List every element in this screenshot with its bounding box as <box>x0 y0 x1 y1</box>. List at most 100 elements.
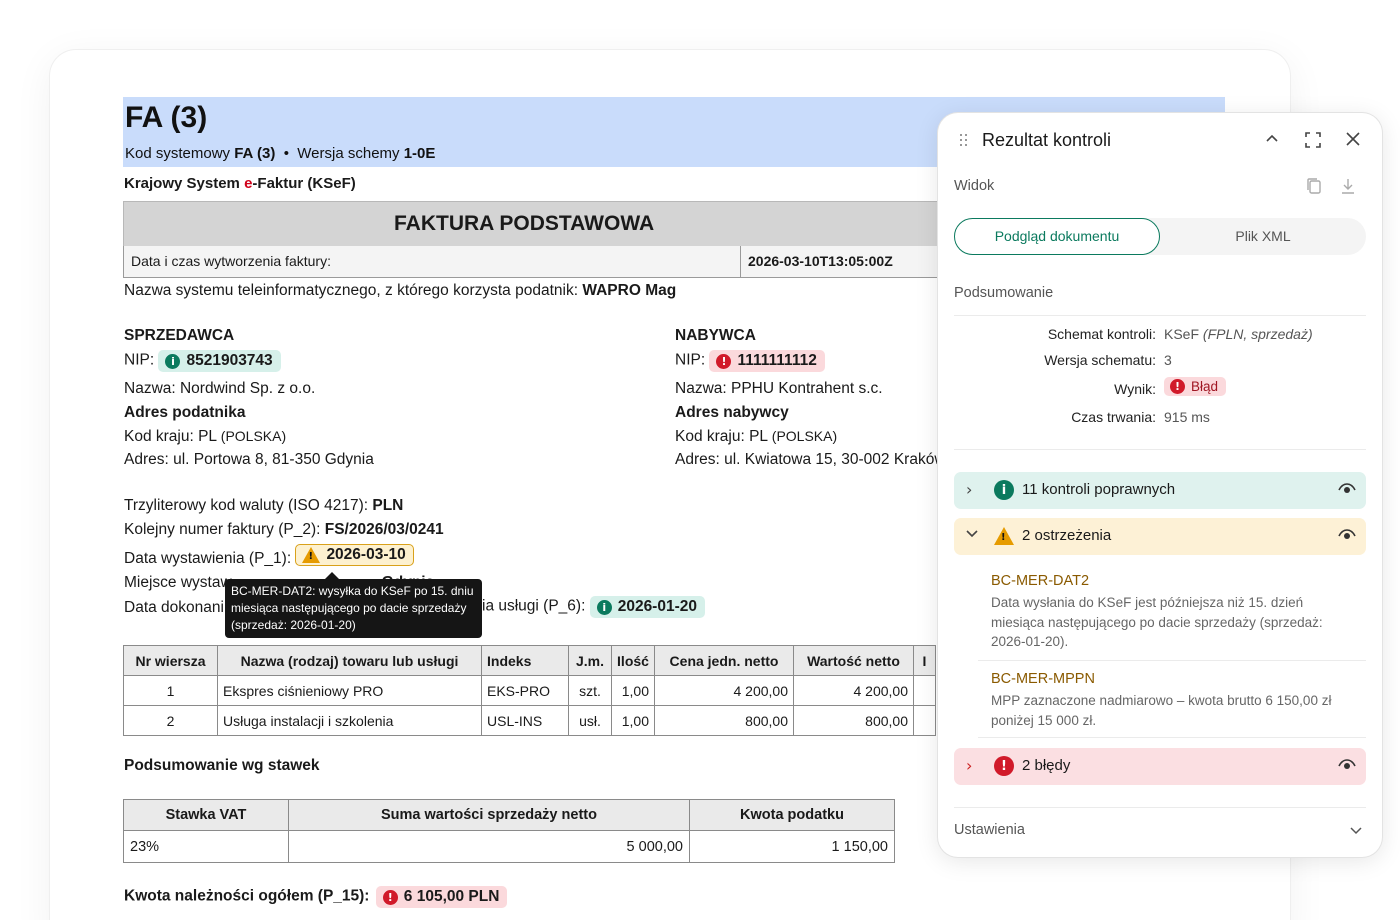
warning-icon: ! <box>994 527 1014 550</box>
fullscreen-icon[interactable] <box>1304 131 1322 154</box>
settings-label[interactable]: Ustawienia <box>954 822 1025 838</box>
buyer-address-heading: Adres nabywcy <box>675 404 789 421</box>
error-icon: ! <box>716 353 732 369</box>
seller-heading: SPRZEDAWCA <box>124 327 235 344</box>
cell: Ekspres ciśnieniowy PRO <box>217 675 482 706</box>
view-label: Widok <box>954 178 995 194</box>
buyer-country: Kod kraju: PL (POLSKA) <box>675 428 838 445</box>
warnings-group[interactable]: ! 2 ostrzeżenia <box>954 518 1366 555</box>
col-header: Nr wiersza <box>123 645 218 676</box>
warning-code: BC-MER-MPPN <box>991 671 1095 687</box>
col-header: Suma wartości sprzedaży netto <box>288 799 690 831</box>
col-header: Wartość netto <box>793 645 914 676</box>
eye-icon[interactable] <box>1338 528 1356 547</box>
cell <box>913 675 936 706</box>
schema-label: Schemat kontroli: <box>1047 326 1156 342</box>
cell: EKS-PRO <box>481 675 569 706</box>
sale-date-chip[interactable]: i 2026-01-20 <box>589 596 705 618</box>
items-header-row: Nr wiersza Nazwa (rodzaj) towaru lub usł… <box>123 645 936 676</box>
total-due-chip[interactable]: ! 6 105,00 PLN <box>375 886 508 908</box>
col-header: Ilość <box>611 645 655 676</box>
document-title: FA (3) <box>125 101 208 134</box>
errors-group[interactable]: › ! 2 błędy <box>954 748 1366 785</box>
version-value: 3 <box>1164 352 1172 368</box>
cell: 4 200,00 <box>654 675 794 706</box>
cell <box>913 705 936 736</box>
tab-xml-file[interactable]: Plik XML <box>1160 218 1366 255</box>
info-icon: i <box>165 353 181 369</box>
table-row: 23% 5 000,00 1 150,00 <box>123 830 895 863</box>
panel-title: Rezultat kontroli <box>982 130 1112 150</box>
seller-country: Kod kraju: PL (POLSKA) <box>124 428 287 445</box>
col-header: I <box>913 645 936 676</box>
cell: 1 <box>123 675 218 706</box>
col-header: Stawka VAT <box>123 799 289 831</box>
col-header: Kwota podatku <box>689 799 895 831</box>
creation-date-value: 2026-03-10T13:05:00Z <box>748 253 893 269</box>
drag-handle-icon[interactable] <box>960 134 970 148</box>
creation-date-row: Data i czas wytworzenia faktury: 2026-03… <box>123 246 953 278</box>
error-icon: ! <box>994 756 1014 776</box>
cell: 1,00 <box>611 675 655 706</box>
view-toggle: Podgląd dokumentu Plik XML <box>954 218 1366 255</box>
cell: 800,00 <box>793 705 914 736</box>
cell: usł. <box>568 705 612 736</box>
result-badge: ! Błąd <box>1164 377 1227 396</box>
duration-label: Czas trwania: <box>1071 409 1156 425</box>
seller-nip-chip[interactable]: i 8521903743 <box>158 350 281 372</box>
control-result-panel: Rezultat kontroli Widok Podgląd dokument… <box>938 113 1382 857</box>
chevron-right-icon: › <box>966 480 973 499</box>
tab-document-preview[interactable]: Podgląd dokumentu <box>954 218 1160 255</box>
issue-date-chip[interactable]: ! 2026-03-10 <box>295 544 414 566</box>
version-label: Wersja schematu: <box>1044 352 1156 368</box>
buyer-heading: NABYWCA <box>675 327 756 344</box>
chevron-down-icon <box>965 525 979 544</box>
warning-description: Data wysłania do KSeF jest późniejsza ni… <box>991 595 1323 649</box>
cell: 800,00 <box>654 705 794 736</box>
buyer-name: Nazwa: PPHU Kontrahent s.c. <box>675 380 883 397</box>
cell: Usługa instalacji i szkolenia <box>217 705 482 736</box>
error-icon: ! <box>382 889 398 905</box>
table-row: 1 Ekspres ciśnieniowy PRO EKS-PRO szt. 1… <box>123 675 936 706</box>
cell: 2 <box>123 705 218 736</box>
seller-address: Adres: ul. Portowa 8, 81-350 Gdynia <box>124 451 374 468</box>
col-header: Cena jedn. netto <box>654 645 794 676</box>
divider <box>978 737 1366 738</box>
chevron-right-icon: › <box>966 756 973 775</box>
cell: 1,00 <box>611 705 655 736</box>
duration-value: 915 ms <box>1164 409 1210 425</box>
cell: 5 000,00 <box>288 830 690 863</box>
divider <box>954 449 1366 450</box>
copy-icon[interactable] <box>1306 177 1322 200</box>
buyer-nip-chip[interactable]: ! 1111111112 <box>709 350 825 372</box>
warning-description: MPP zaznaczone nadmiarowo – kwota brutto… <box>991 693 1332 728</box>
faktura-heading: FAKTURA PODSTAWOWA <box>123 201 953 247</box>
ksef-line: Krajowy System e-Faktur (KSeF) <box>124 175 356 192</box>
items-table: Nr wiersza Nazwa (rodzaj) towaru lub usł… <box>123 645 936 736</box>
divider <box>954 807 1366 808</box>
cell: USL-INS <box>481 705 569 736</box>
close-icon[interactable] <box>1345 131 1361 152</box>
system-name: Nazwa systemu teleinformatycznego, z któ… <box>124 282 677 299</box>
sale-date-field: ia usługi (P_6): i 2026-01-20 <box>482 596 705 618</box>
seller-name: Nazwa: Nordwind Sp. z o.o. <box>124 380 316 397</box>
issue-date-field: Data wystawienia (P_1): ! 2026-03-10 <box>124 544 414 568</box>
cell: 4 200,00 <box>793 675 914 706</box>
total-due-field: Kwota należności ogółem (P_15): ! 6 105,0… <box>124 886 508 908</box>
passed-checks-group[interactable]: › i 11 kontroli poprawnych <box>954 472 1366 509</box>
col-header: Indeks <box>481 645 569 676</box>
eye-icon[interactable] <box>1338 482 1356 501</box>
currency-field: Trzyliterowy kod waluty (ISO 4217): PLN <box>124 497 404 514</box>
col-header: J.m. <box>568 645 612 676</box>
cell: 23% <box>123 830 289 863</box>
collapse-icon[interactable] <box>1264 131 1280 152</box>
info-icon: i <box>596 599 612 615</box>
eye-icon[interactable] <box>1338 758 1356 777</box>
chevron-down-icon[interactable] <box>1349 823 1363 842</box>
buyer-nip: NIP: ! 1111111112 <box>675 350 825 372</box>
summary-by-rates-title: Podsumowanie wg stawek <box>124 757 320 774</box>
cell: szt. <box>568 675 612 706</box>
warning-icon: ! <box>302 547 321 563</box>
download-icon[interactable] <box>1340 177 1356 200</box>
col-header: Nazwa (rodzaj) towaru lub usługi <box>217 645 482 676</box>
